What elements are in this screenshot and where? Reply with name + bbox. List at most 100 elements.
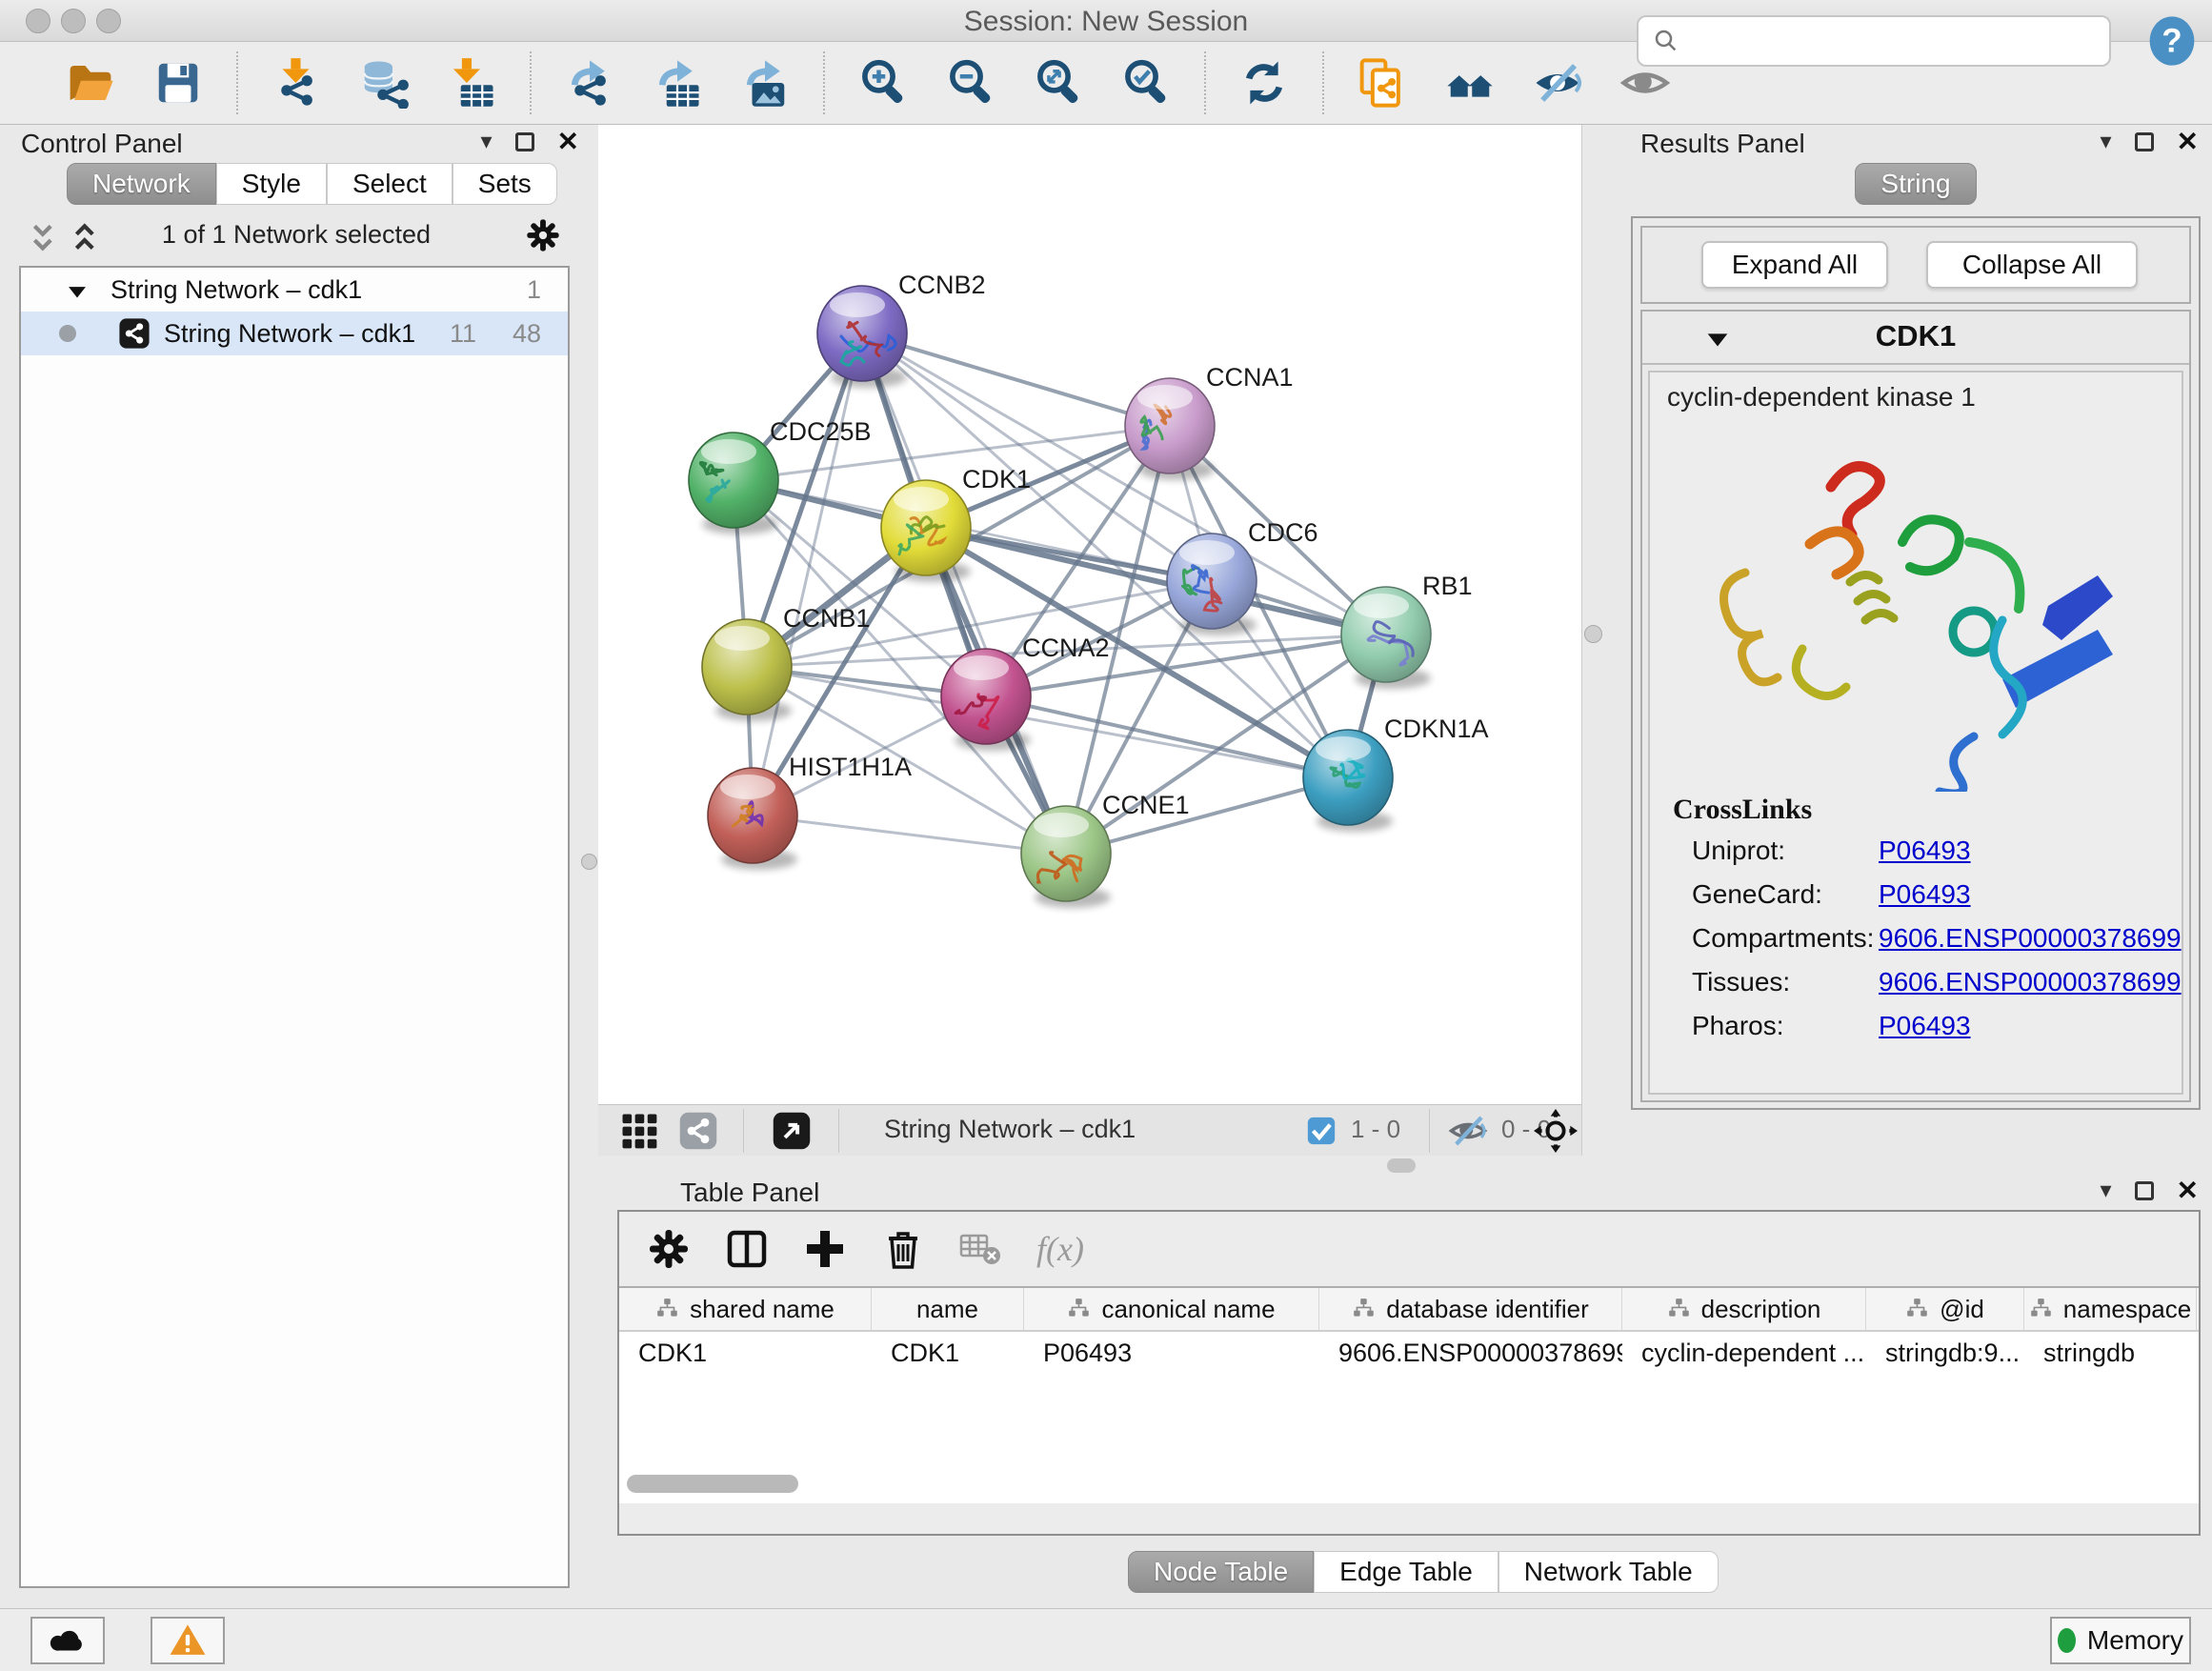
table-cell[interactable]: stringdb:9... [1866, 1332, 2024, 1376]
column-header-description[interactable]: description [1622, 1288, 1866, 1330]
tab-node-table[interactable]: Node Table [1128, 1551, 1314, 1593]
expand-all-button[interactable]: Expand All [1701, 241, 1888, 289]
open-session-button[interactable] [61, 53, 120, 112]
refresh-view-button[interactable] [1235, 53, 1294, 112]
panel-float-icon[interactable] [2135, 1181, 2154, 1200]
horizontal-scrollbar-thumb[interactable] [627, 1475, 798, 1493]
cloud-status-button[interactable] [30, 1617, 105, 1664]
crosslink-link[interactable]: 9606.ENSP00000378699 [1879, 923, 2182, 954]
memory-status-dot [2058, 1628, 2076, 1653]
search-field[interactable] [1637, 15, 2111, 67]
horizontal-splitter-handle[interactable] [1387, 1158, 1416, 1173]
node-CDKN1A[interactable]: CDKN1A [1303, 715, 1489, 832]
network-overview-icon[interactable] [678, 1111, 718, 1151]
table-cell[interactable]: CDK1 [872, 1332, 1024, 1376]
panel-collapse-icon[interactable]: ▾ [2100, 129, 2111, 155]
import-network-button[interactable] [267, 53, 326, 112]
network-view-toolbar: String Network – cdk1 1 - 0 0 - 0 [598, 1104, 1581, 1156]
first-neighbors-button[interactable] [1440, 53, 1499, 112]
network-tree-item-row[interactable]: String Network – cdk1 11 48 [21, 312, 568, 355]
edge-CCNB2-CCNA1[interactable] [862, 333, 1170, 426]
expand-collapse-box: Expand All Collapse All [1640, 226, 2191, 304]
panel-close-icon[interactable]: ✕ [557, 129, 579, 155]
crosslink-row: Pharos: P06493 [1692, 1011, 2178, 1055]
panel-float-icon[interactable] [515, 132, 534, 151]
hide-selected-button[interactable] [1528, 53, 1587, 112]
node-CCNA2[interactable]: CCNA2 [941, 634, 1110, 751]
tab-string[interactable]: String [1855, 163, 1976, 205]
collapse-all-button[interactable]: Collapse All [1926, 241, 2138, 289]
panel-close-icon[interactable]: ✕ [2177, 129, 2199, 155]
export-table-button[interactable] [648, 53, 707, 112]
export-network-button[interactable] [560, 53, 619, 112]
memory-button[interactable]: Memory [2050, 1617, 2191, 1664]
tab-select[interactable]: Select [327, 163, 452, 205]
table-cell[interactable]: 9606.ENSP00000378699 [1319, 1332, 1622, 1376]
network-options-gear-icon[interactable] [524, 216, 562, 254]
tab-network[interactable]: Network [67, 163, 216, 205]
hidden-eye-icon[interactable] [1448, 1111, 1488, 1151]
panel-collapse-icon[interactable]: ▾ [2100, 1178, 2111, 1204]
column-header-name[interactable]: name [872, 1288, 1024, 1330]
network-canvas[interactable]: CCNB2 CCNA1 CDC25B CDK1 CDC6 RB1 CCNB1 C… [598, 125, 1581, 1104]
zoom-fit-button[interactable] [1029, 53, 1088, 112]
help-button[interactable]: ? [2145, 14, 2199, 68]
node-HIST1H1A[interactable]: HIST1H1A [708, 753, 912, 870]
tab-sets[interactable]: Sets [452, 163, 557, 205]
panel-float-icon[interactable] [2135, 132, 2154, 151]
org-chart-icon [2029, 1297, 2054, 1321]
node-CDC25B[interactable]: CDC25B [689, 417, 872, 534]
thumbnail-grid-icon[interactable] [619, 1111, 659, 1151]
table-x-icon [958, 1226, 1004, 1272]
import-table-button[interactable] [442, 53, 501, 112]
edge-HIST1H1A-CCNE1[interactable] [753, 815, 1066, 854]
divider-handle-left[interactable] [581, 854, 597, 870]
selected-checkbox-icon[interactable] [1305, 1115, 1337, 1147]
tab-style[interactable]: Style [216, 163, 327, 205]
import-database-button[interactable] [354, 53, 413, 112]
tab-edge-table[interactable]: Edge Table [1314, 1551, 1498, 1593]
gene-entry-header[interactable]: CDK1 [1642, 312, 2189, 365]
network-from-selection-button[interactable] [1353, 53, 1412, 112]
panel-close-icon[interactable]: ✕ [2177, 1178, 2199, 1204]
table-cell[interactable]: CDK1 [619, 1332, 872, 1376]
control-panel: Control Panel ▾ ✕ NetworkStyleSelectSets… [0, 125, 593, 1589]
delete-column-icon[interactable] [880, 1226, 926, 1272]
column-header-@id[interactable]: @id [1866, 1288, 2024, 1330]
tab-network-table[interactable]: Network Table [1498, 1551, 1719, 1593]
table-cell[interactable]: P06493 [1024, 1332, 1319, 1376]
checkbox-blue-icon [1305, 1115, 1337, 1147]
zoom-out-button[interactable] [941, 53, 1000, 112]
node-CDC6[interactable]: CDC6 [1167, 518, 1318, 635]
node-label-CCNA2: CCNA2 [1022, 634, 1110, 662]
add-column-icon[interactable] [802, 1226, 848, 1272]
crosslink-link[interactable]: P06493 [1879, 836, 1971, 866]
birds-eye-view-icon[interactable] [772, 1111, 812, 1151]
fit-selection-crosshair-icon[interactable] [1534, 1109, 1578, 1153]
crosslink-link[interactable]: 9606.ENSP00000378699 [1879, 967, 2182, 997]
column-header-database-identifier[interactable]: database identifier [1319, 1288, 1622, 1330]
table-cell[interactable]: stringdb [2024, 1332, 2197, 1376]
edge-CCNA2-CDKN1A[interactable] [986, 696, 1348, 777]
divider-handle[interactable] [1584, 625, 1602, 643]
table-row[interactable]: CDK1CDK1P064939606.ENSP00000378699cyclin… [619, 1332, 2199, 1376]
save-session-button[interactable] [149, 53, 208, 112]
crosslink-link[interactable]: P06493 [1879, 1011, 1971, 1041]
zoom-in-button[interactable] [854, 53, 913, 112]
show-columns-icon[interactable] [724, 1226, 770, 1272]
warning-status-button[interactable] [151, 1617, 225, 1664]
crosslink-link[interactable]: P06493 [1879, 879, 1971, 910]
column-header-namespace[interactable]: namespace [2024, 1288, 2197, 1330]
tree-expander-icon[interactable] [65, 279, 90, 304]
search-input[interactable] [1690, 26, 2109, 57]
export-image-button[interactable] [735, 53, 794, 112]
node-CDK1[interactable]: CDK1 [881, 465, 1031, 582]
table-cell[interactable]: cyclin-dependent ... [1622, 1332, 1866, 1376]
node-RB1[interactable]: RB1 [1341, 572, 1473, 689]
column-header-canonical-name[interactable]: canonical name [1024, 1288, 1319, 1330]
panel-collapse-icon[interactable]: ▾ [480, 129, 492, 155]
network-tree-root-row[interactable]: String Network – cdk1 1 [21, 268, 568, 312]
column-header-shared-name[interactable]: shared name [619, 1288, 872, 1330]
table-settings-gear-icon[interactable] [646, 1226, 692, 1272]
zoom-selected-button[interactable] [1116, 53, 1176, 112]
